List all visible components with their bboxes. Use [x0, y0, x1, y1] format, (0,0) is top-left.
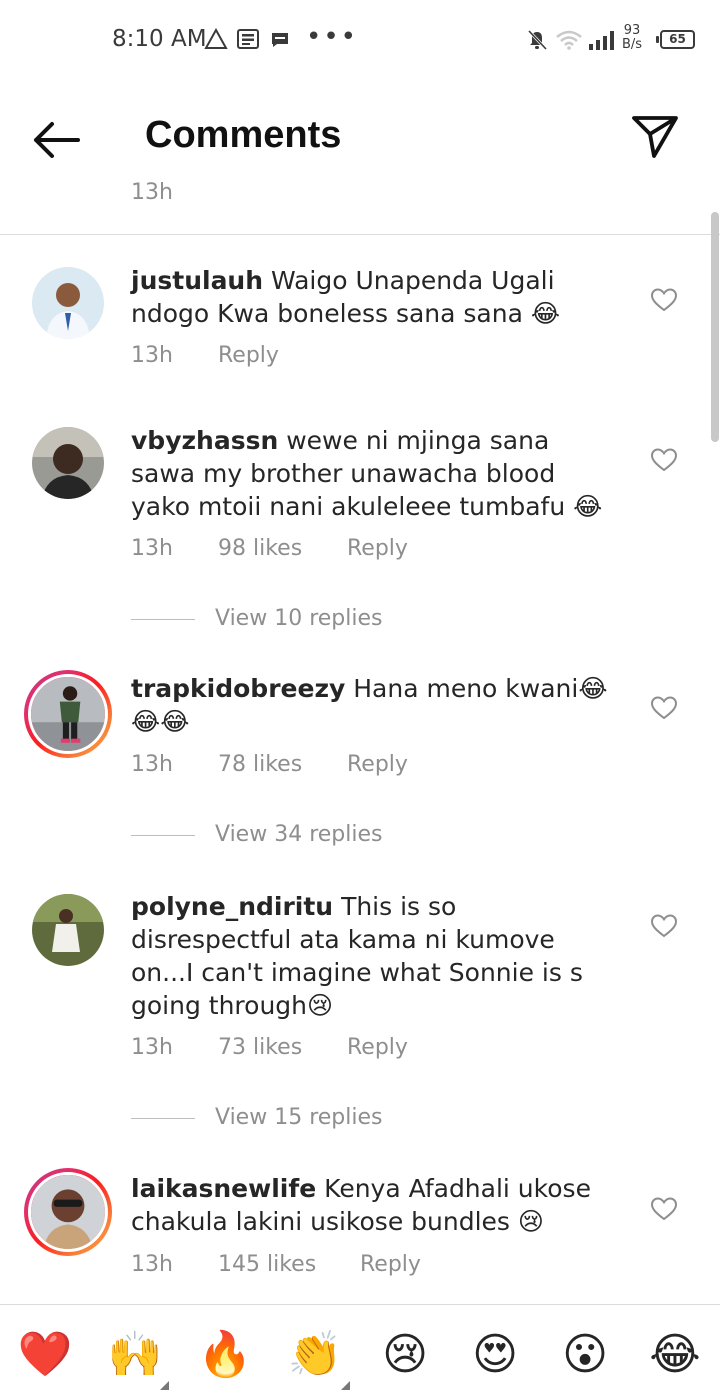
- comment-username[interactable]: justulauh: [131, 266, 263, 295]
- avatar[interactable]: [32, 894, 104, 966]
- comment-meta: 13h 145 likes Reply: [131, 1252, 421, 1277]
- heart-icon[interactable]: [650, 287, 678, 313]
- avatar: [28, 674, 108, 754]
- view-replies-label: View 15 replies: [215, 1105, 383, 1130]
- emoji-crying-button[interactable]: 😢: [377, 1327, 433, 1383]
- view-replies-button[interactable]: View 15 replies: [131, 1103, 531, 1133]
- comment-text: polyne_ndiritu This is so disrespectful …: [131, 890, 621, 1022]
- comment-likes[interactable]: 98 likes: [218, 536, 340, 561]
- view-replies-label: View 34 replies: [215, 822, 383, 847]
- more-dots-icon: •••: [306, 22, 359, 52]
- comment-time: 13h: [131, 1035, 173, 1060]
- comment-time: 13h: [131, 752, 173, 777]
- mute-icon: [527, 29, 548, 51]
- comment-time: 13h: [131, 343, 173, 368]
- arrow-left-icon[interactable]: [28, 116, 84, 164]
- wifi-icon: [556, 30, 582, 50]
- reply-button[interactable]: Reply: [347, 536, 408, 561]
- network-speed: 93 B/s: [622, 24, 642, 52]
- comment-username[interactable]: vbyzhassn: [131, 426, 278, 455]
- avatar-story-ring[interactable]: [24, 1168, 112, 1256]
- network-speed-unit: B/s: [622, 37, 643, 52]
- emoji-laughing-button[interactable]: 😂: [647, 1327, 703, 1383]
- view-replies-label: View 10 replies: [215, 606, 383, 631]
- emoji-heart-eyes-button[interactable]: 😍: [467, 1327, 523, 1383]
- previous-comment-time-text: 13h: [131, 182, 173, 204]
- comment-likes[interactable]: 73 likes: [218, 1035, 340, 1060]
- divider: [0, 234, 720, 235]
- page-title: Comments: [145, 114, 342, 156]
- heart-icon[interactable]: [650, 447, 678, 473]
- reply-button[interactable]: Reply: [360, 1252, 421, 1277]
- send-icon[interactable]: [630, 112, 680, 162]
- status-bar: 8:10 AM ••• 93 B/s 65: [0, 0, 720, 80]
- battery-level: 65: [669, 32, 686, 46]
- status-time: 8:10 AM: [112, 26, 207, 52]
- avatar: [28, 1172, 108, 1252]
- comment-meta: 13h Reply: [131, 343, 279, 368]
- comment-time: 13h: [131, 536, 173, 561]
- message-icon: [272, 33, 288, 47]
- comment-text: vbyzhassn wewe ni mjinga sana sawa my br…: [131, 424, 621, 523]
- avatar-story-ring[interactable]: [24, 670, 112, 758]
- view-replies-line: [131, 619, 195, 620]
- avatar[interactable]: [32, 267, 104, 339]
- comment-likes[interactable]: 78 likes: [218, 752, 340, 777]
- comment-username[interactable]: polyne_ndiritu: [131, 892, 333, 921]
- avatar[interactable]: [32, 427, 104, 499]
- previous-comment-time: 13h: [131, 182, 173, 204]
- view-replies-line: [131, 1118, 195, 1119]
- emoji-quick-bar: ❤️ 🙌 🔥 👏 😢 😍 😮 😂: [0, 1304, 720, 1395]
- skin-tone-indicator: [160, 1381, 169, 1390]
- news-icon: [237, 29, 259, 49]
- emoji-fire-button[interactable]: 🔥: [197, 1327, 253, 1383]
- reply-button[interactable]: Reply: [347, 1035, 408, 1060]
- skin-tone-indicator: [341, 1381, 350, 1390]
- view-replies-line: [131, 835, 195, 836]
- warning-icon: [204, 28, 228, 49]
- network-speed-value: 93: [623, 23, 641, 38]
- comment-text: justulauh Waigo Unapenda Ugali ndogo Kwa…: [131, 264, 621, 330]
- header: Comments: [0, 80, 720, 190]
- comment-likes[interactable]: 145 likes: [218, 1252, 353, 1277]
- view-replies-button[interactable]: View 10 replies: [131, 604, 531, 634]
- reply-button[interactable]: Reply: [347, 752, 408, 777]
- comment-meta: 13h 98 likes Reply: [131, 536, 408, 561]
- view-replies-button[interactable]: View 34 replies: [131, 820, 531, 850]
- battery-icon: 65: [656, 30, 695, 49]
- comment-username[interactable]: trapkidobreezy: [131, 674, 345, 703]
- comment-meta: 13h 73 likes Reply: [131, 1035, 408, 1060]
- heart-icon[interactable]: [650, 695, 678, 721]
- comment-username[interactable]: laikasnewlife: [131, 1174, 316, 1203]
- emoji-heart-button[interactable]: ❤️: [17, 1327, 73, 1383]
- reply-button[interactable]: Reply: [218, 343, 279, 368]
- signal-icon: [589, 31, 614, 50]
- emoji-surprised-button[interactable]: 😮: [557, 1327, 613, 1383]
- comment-meta: 13h 78 likes Reply: [131, 752, 408, 777]
- heart-icon[interactable]: [650, 1196, 678, 1222]
- comment-time: 13h: [131, 1252, 173, 1277]
- heart-icon[interactable]: [650, 913, 678, 939]
- comment-text: laikasnewlife Kenya Afadhali ukose chaku…: [131, 1172, 621, 1238]
- scrollbar-thumb[interactable]: [711, 212, 719, 442]
- comment-text: trapkidobreezy Hana meno kwani😂😂😂: [131, 672, 621, 738]
- emoji-clap-button[interactable]: 👏: [287, 1327, 343, 1383]
- emoji-raised-hands-button[interactable]: 🙌: [107, 1327, 163, 1383]
